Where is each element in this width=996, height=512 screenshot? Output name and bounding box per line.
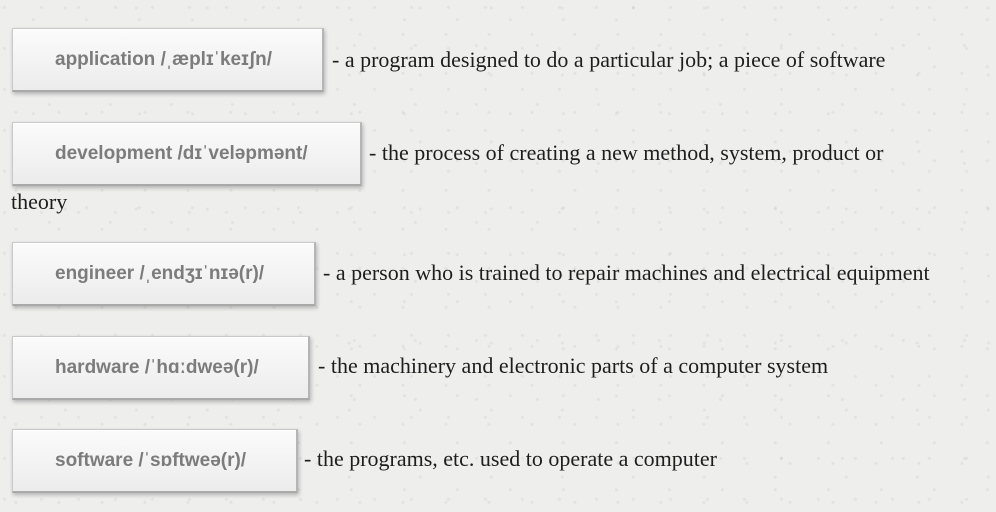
term-label: software /ˈsɒftweə(r)/ (55, 449, 247, 471)
definition-engineer: - a person who is trained to repair mach… (323, 260, 930, 285)
term-button-hardware[interactable]: hardware /ˈhɑːdweə(r)/ (12, 336, 310, 400)
term-button-development[interactable]: development /dɪˈveləpmənt/ (12, 122, 362, 186)
term-label: hardware /ˈhɑːdweə(r)/ (55, 356, 259, 378)
term-label: engineer /ˌendʒɪˈnɪə(r)/ (55, 262, 265, 284)
term-label: application /ˌæplɪˈkeɪʃn/ (55, 48, 273, 70)
term-button-application[interactable]: application /ˌæplɪˈkeɪʃn/ (12, 28, 324, 92)
term-label: development /dɪˈveləpmənt/ (55, 142, 308, 164)
definition-development: - the process of creating a new method, … (369, 140, 884, 165)
definition-application: - a program designed to do a particular … (332, 47, 886, 72)
definition-software: - the programs, etc. used to operate a c… (304, 446, 717, 471)
definition-development-continued: theory (11, 189, 68, 214)
definition-hardware: - the machinery and electronic parts of … (318, 353, 829, 378)
term-button-software[interactable]: software /ˈsɒftweə(r)/ (12, 429, 298, 493)
term-button-engineer[interactable]: engineer /ˌendʒɪˈnɪə(r)/ (12, 242, 316, 306)
